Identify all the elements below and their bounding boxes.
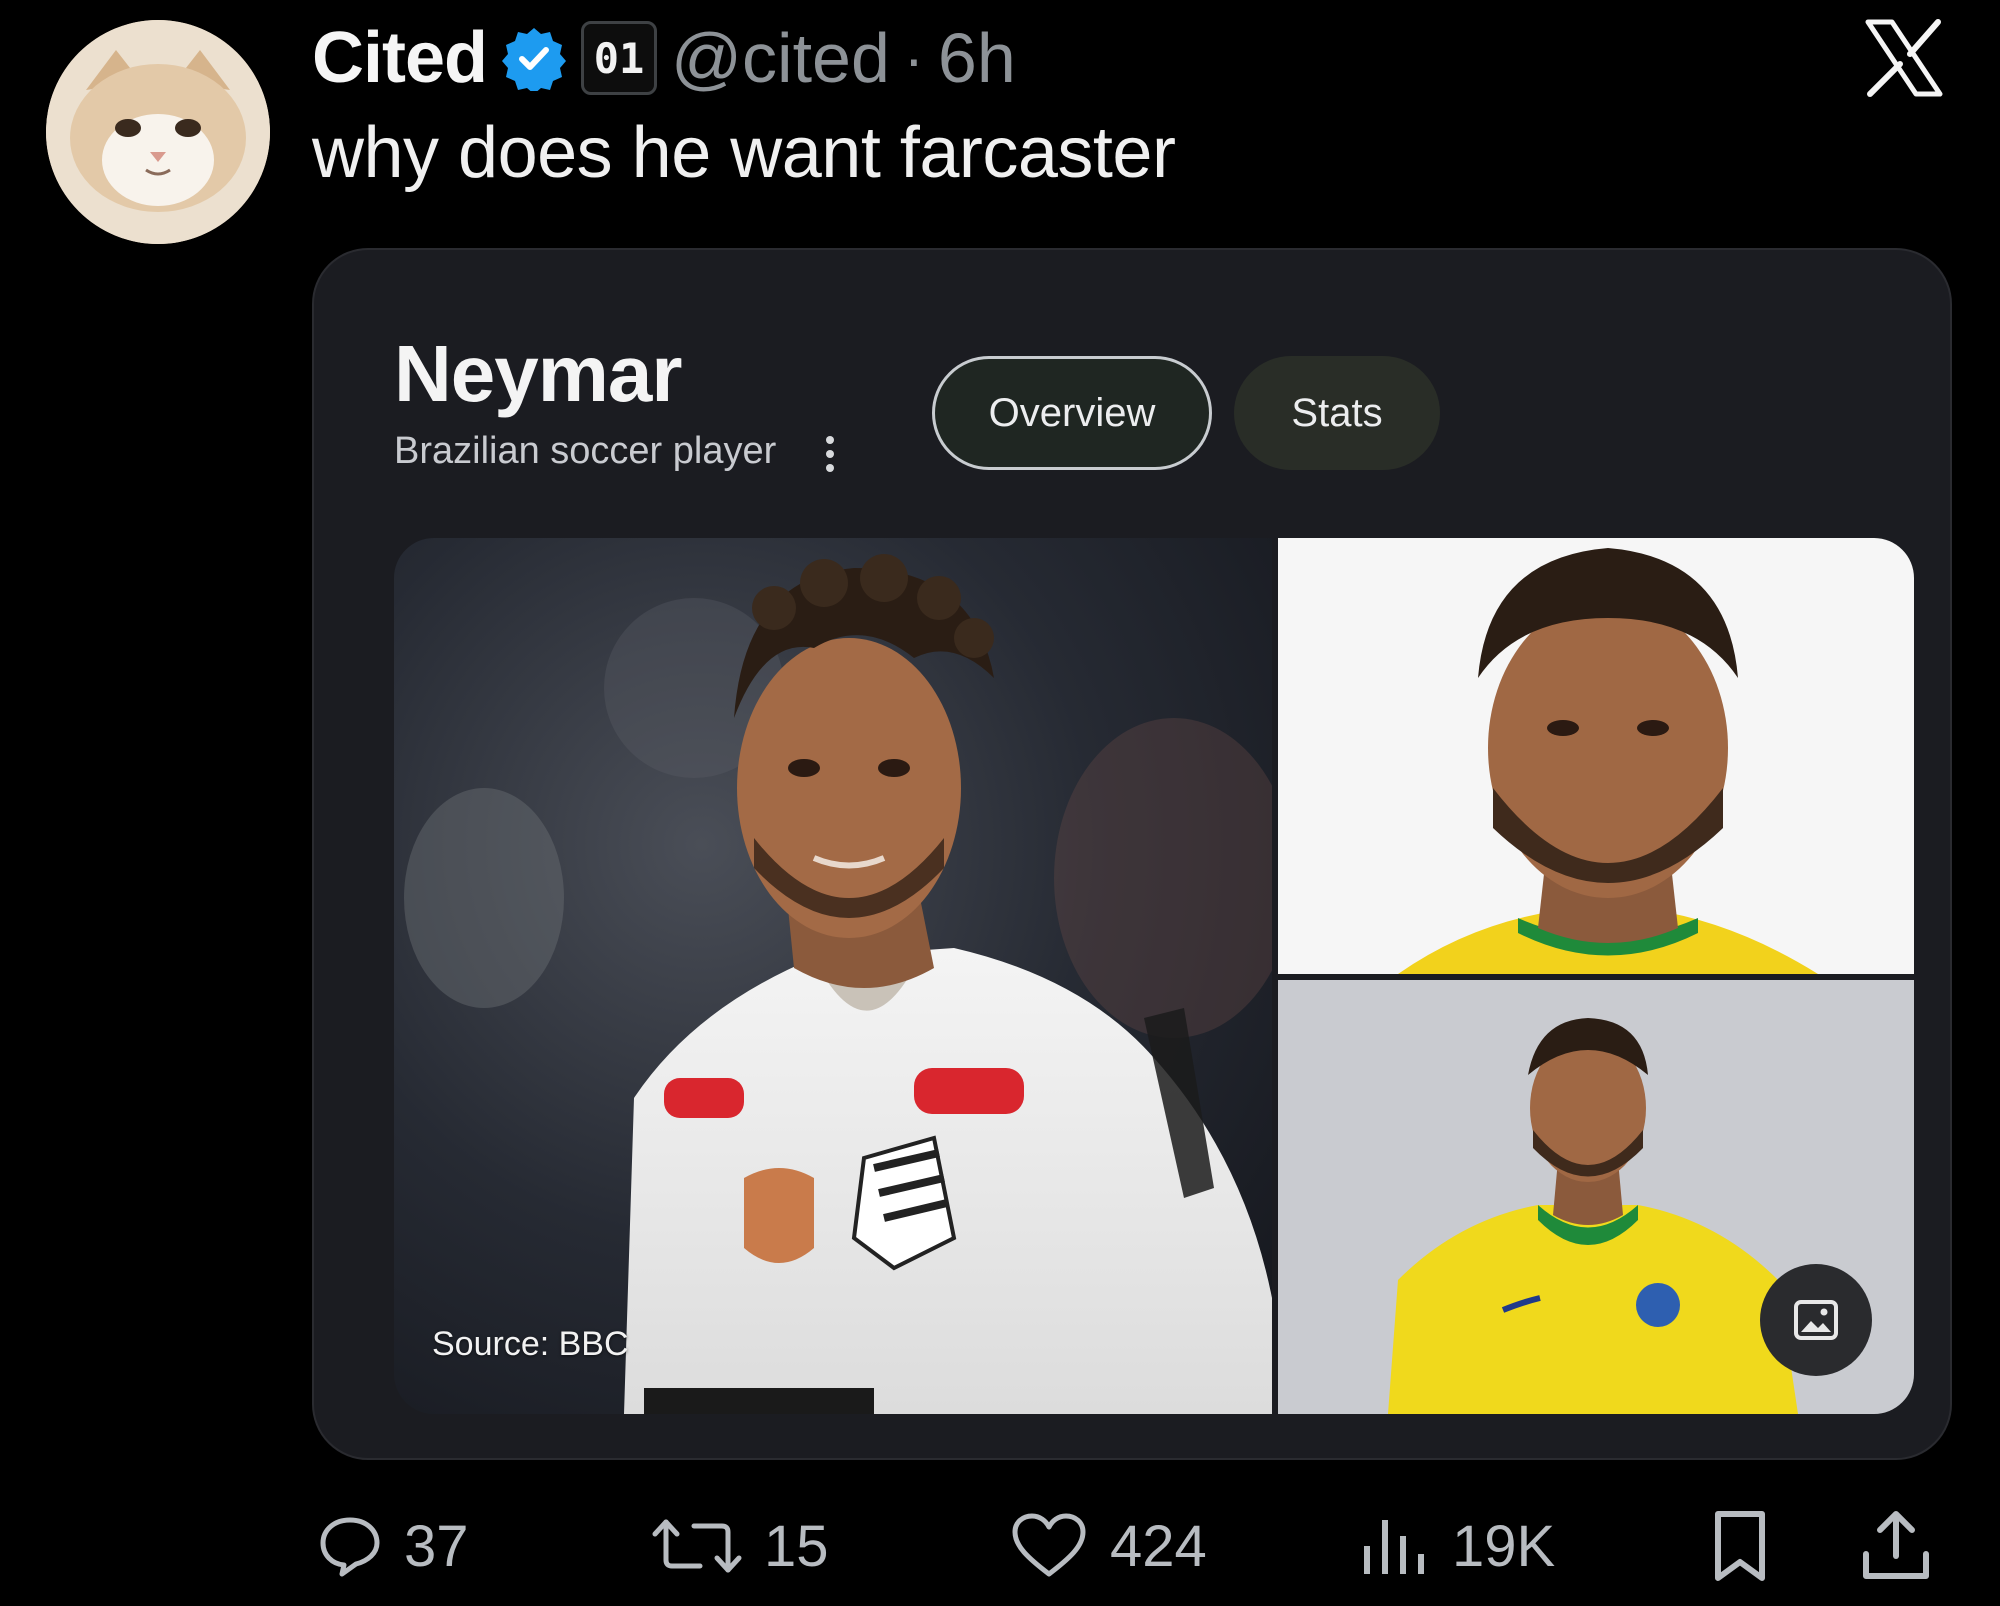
knowledge-panel-card[interactable]: Neymar Brazilian soccer player Overview … xyxy=(312,248,1952,1460)
tab-stats[interactable]: Stats xyxy=(1234,356,1440,470)
bookmark-icon xyxy=(1715,1511,1765,1581)
main-photo[interactable]: Source: BBC xyxy=(394,538,1272,1414)
like-count: 424 xyxy=(1110,1513,1207,1579)
share-button[interactable] xyxy=(1860,1506,1932,1586)
image-icon xyxy=(1794,1300,1838,1340)
tweet-text: why does he want farcaster xyxy=(312,113,1176,193)
x-logo-icon[interactable] xyxy=(1862,18,1946,98)
cat-avatar-image xyxy=(46,20,270,244)
verified-badge-icon[interactable] xyxy=(501,25,567,94)
player-photo-santos xyxy=(394,538,1272,1414)
share-icon xyxy=(1863,1511,1929,1579)
image-gallery-button[interactable] xyxy=(1760,1264,1872,1376)
views-icon xyxy=(1364,1520,1424,1574)
image-source-label: Source: BBC xyxy=(432,1325,629,1363)
bookmark-button[interactable] xyxy=(1710,1506,1770,1586)
repost-icon xyxy=(652,1519,742,1573)
repost-count: 15 xyxy=(764,1513,829,1579)
secondary-photo-top[interactable] xyxy=(1278,538,1914,974)
affiliate-badge[interactable]: 01 xyxy=(581,21,657,95)
player-portrait-photo xyxy=(1278,538,1914,974)
like-icon xyxy=(1012,1513,1086,1577)
reply-button[interactable]: 37 xyxy=(318,1506,469,1586)
display-name[interactable]: Cited xyxy=(312,17,488,99)
views-count: 19K xyxy=(1452,1513,1556,1579)
tweet-header: Cited 01 @cited · 6h xyxy=(312,10,1016,106)
like-button[interactable]: 424 xyxy=(1010,1506,1207,1586)
secondary-photo-bottom[interactable] xyxy=(1278,980,1914,1414)
handle[interactable]: @cited xyxy=(671,18,890,98)
views-button[interactable]: 19K xyxy=(1360,1506,1555,1586)
reply-icon xyxy=(320,1517,380,1577)
separator-dot: · xyxy=(903,24,924,92)
kp-title: Neymar xyxy=(394,329,683,418)
tab-overview[interactable]: Overview xyxy=(932,356,1212,470)
reply-count: 37 xyxy=(404,1513,469,1579)
kp-subtitle: Brazilian soccer player xyxy=(394,430,777,472)
timestamp[interactable]: 6h xyxy=(938,18,1016,98)
avatar[interactable] xyxy=(46,20,270,244)
repost-button[interactable]: 15 xyxy=(652,1506,829,1586)
kebab-menu-icon[interactable] xyxy=(820,432,840,476)
